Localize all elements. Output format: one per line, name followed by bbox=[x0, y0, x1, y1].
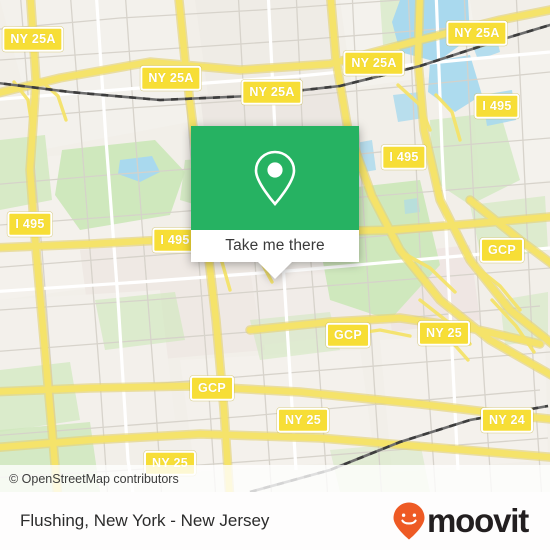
road-shield: I 495 bbox=[474, 93, 520, 119]
road-shield: NY 25 bbox=[276, 407, 330, 433]
road-shield: GCP bbox=[480, 237, 524, 263]
location-title: Flushing, New York - New Jersey bbox=[20, 511, 270, 530]
road-shield: NY 25A bbox=[446, 20, 508, 46]
map-pin-icon bbox=[254, 150, 296, 206]
road-shield: NY 25A bbox=[2, 26, 64, 52]
moovit-wordmark: moovit bbox=[427, 502, 529, 539]
road-shield: NY 25A bbox=[140, 65, 202, 91]
popup-action-bar[interactable]: Take me there bbox=[191, 230, 359, 262]
destination-popup-card[interactable]: Take me there bbox=[191, 126, 359, 279]
road-shield: I 495 bbox=[381, 144, 427, 170]
moovit-brand[interactable]: moovit bbox=[392, 501, 550, 541]
popup-pointer-tail bbox=[258, 262, 292, 279]
road-shield: GCP bbox=[326, 322, 370, 348]
popup-image-area bbox=[191, 126, 359, 230]
road-shield: NY 25 bbox=[417, 320, 471, 346]
road-shield: GCP bbox=[190, 375, 234, 401]
road-shield: NY 25A bbox=[241, 79, 303, 105]
take-me-there-label: Take me there bbox=[225, 237, 325, 254]
openstreetmap-attribution[interactable]: © OpenStreetMap contributors bbox=[0, 472, 179, 486]
map-attribution-bar: © OpenStreetMap contributors bbox=[0, 465, 550, 492]
road-shield: I 495 bbox=[7, 211, 53, 237]
road-shield: NY 24 bbox=[480, 407, 534, 433]
road-shield: NY 25A bbox=[343, 50, 405, 76]
moovit-pin-icon bbox=[393, 502, 425, 540]
map-screen: NY 25A NY 25A NY 25A NY 25A NY 25A I 495 I 495… bbox=[0, 0, 550, 550]
footer-bar: Flushing, New York - New Jersey moovit bbox=[0, 492, 550, 550]
